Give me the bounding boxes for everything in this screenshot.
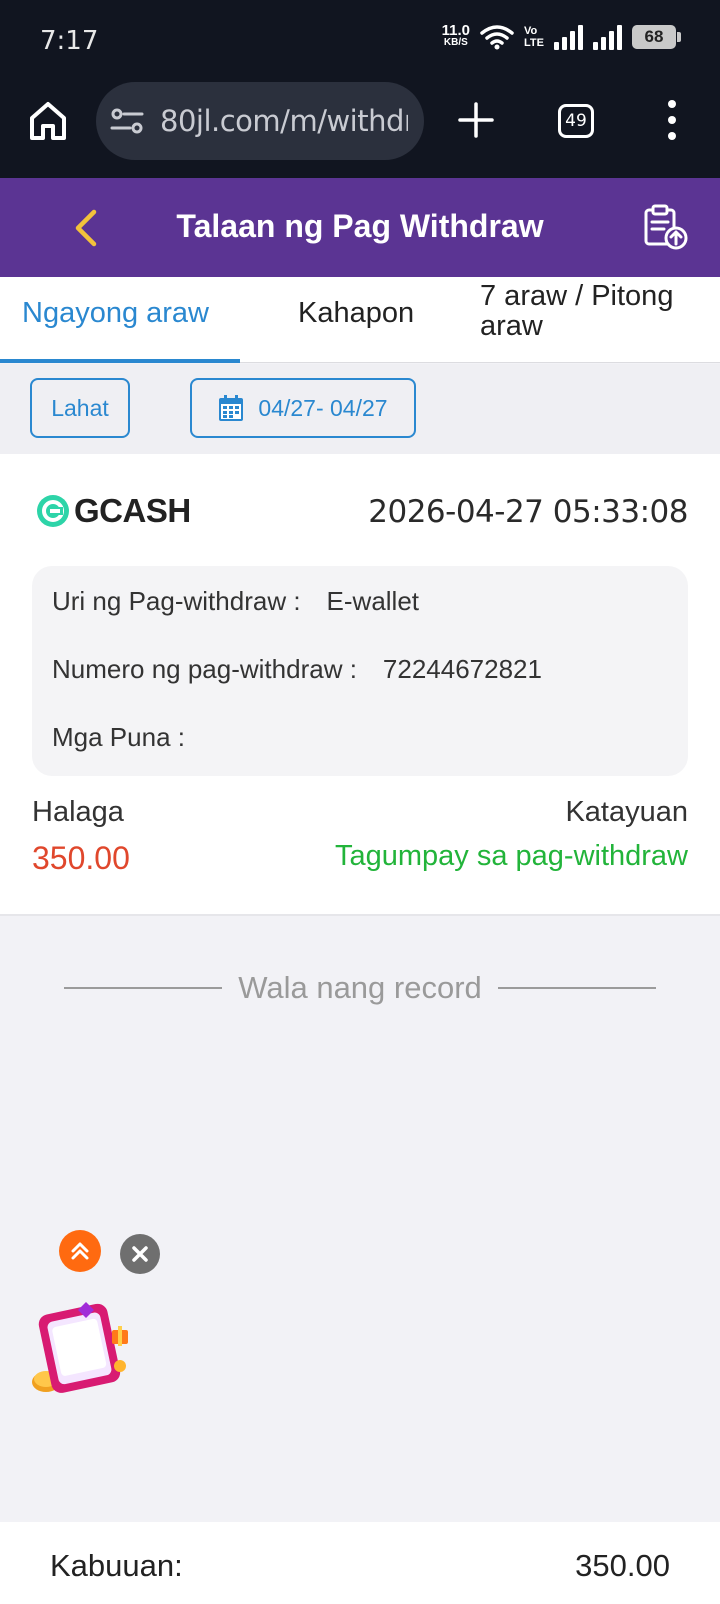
divider-right (497, 987, 657, 989)
remarks-row: Mga Puna : (52, 722, 211, 753)
close-icon (132, 1246, 148, 1262)
new-tab-icon[interactable] (458, 102, 494, 138)
withdraw-type-row: Uri ng Pag-withdraw : E-wallet (52, 586, 419, 617)
more-menu-icon[interactable] (664, 100, 680, 140)
filter-all-button[interactable]: Lahat (30, 378, 130, 438)
total-value: 350.00 (575, 1548, 670, 1583)
page-title: Talaan ng Pag Withdraw (176, 208, 544, 244)
url-text[interactable]: 80jl.com/m/withdraw (160, 104, 408, 138)
no-more-records: Wala nang record (64, 970, 657, 1006)
volte-indicator: Vo LTE (524, 25, 544, 49)
network-speed: 11.0 KB/S (441, 22, 471, 48)
date-range-text: 04/27- 04/27 (258, 394, 388, 421)
divider-left (64, 987, 223, 989)
signal-2-icon (593, 24, 622, 50)
no-more-records-text: Wala nang record (238, 970, 482, 1005)
withdraw-number-row: Numero ng pag-withdraw : 72244672821 (52, 654, 542, 685)
promo-gift-icon[interactable] (26, 1296, 136, 1400)
double-chevron-up-icon (71, 1242, 89, 1260)
total-label: Kabuuan: (50, 1548, 183, 1583)
tab-switcher-button[interactable]: 49 (558, 104, 594, 138)
record-details: Uri ng Pag-withdraw : E-wallet Numero ng… (32, 566, 688, 776)
date-range-button[interactable]: 04/27- 04/27 (190, 378, 416, 438)
tab-today[interactable]: Ngayong araw (22, 297, 209, 330)
gcash-logo: GCASH (36, 492, 191, 530)
withdraw-number-value: 72244672821 (382, 654, 542, 684)
record-datetime: 2026-04-27 05:33:08 (368, 494, 688, 530)
amount-label: Halaga (32, 796, 124, 828)
status-bar: 7:17 11.0 KB/S Vo LTE 68 (0, 0, 720, 80)
filter-bar: Lahat 04/27- 04/27 (0, 364, 720, 454)
tab-yesterday[interactable]: Kahapon (298, 297, 414, 330)
active-tab-indicator (0, 359, 240, 363)
battery-icon: 68 (632, 25, 681, 49)
withdraw-type-label: Uri ng Pag-withdraw : (52, 586, 301, 616)
clock: 7:17 (40, 26, 99, 56)
close-widget-button[interactable] (120, 1234, 160, 1274)
date-tabs: Ngayong araw Kahapon 7 araw / Pitong ara… (0, 277, 720, 363)
withdraw-type-value: E-wallet (326, 586, 420, 616)
status-label: Katayuan (565, 796, 688, 828)
calendar-icon (219, 395, 244, 421)
withdraw-record-card[interactable]: GCASH 2026-04-27 05:33:08 Uri ng Pag-wit… (0, 454, 720, 916)
home-icon[interactable] (28, 100, 68, 142)
status-value: Tagumpay sa pag-withdraw (334, 840, 688, 872)
provider-name: GCASH (74, 492, 191, 529)
page-header: Talaan ng Pag Withdraw (0, 178, 720, 277)
address-bar[interactable]: 80jl.com/m/withdraw (96, 82, 424, 160)
total-footer: Kabuuan: 350.00 (0, 1522, 720, 1604)
tab-seven-days[interactable]: 7 araw / Pitong araw (480, 281, 700, 341)
remarks-label: Mga Puna : (52, 722, 185, 752)
withdraw-number-label: Numero ng pag-withdraw : (52, 654, 357, 684)
browser-toolbar: 80jl.com/m/withdraw 49 (0, 80, 720, 178)
expand-up-button[interactable] (59, 1230, 101, 1272)
status-icons: 11.0 KB/S Vo LTE 68 (441, 22, 681, 50)
signal-1-icon (554, 24, 583, 50)
gcash-icon (37, 495, 69, 527)
site-settings-icon[interactable] (110, 106, 144, 136)
wifi-icon (480, 25, 514, 50)
amount-value: 350.00 (32, 840, 130, 876)
clipboard-upload-icon[interactable] (640, 202, 690, 252)
